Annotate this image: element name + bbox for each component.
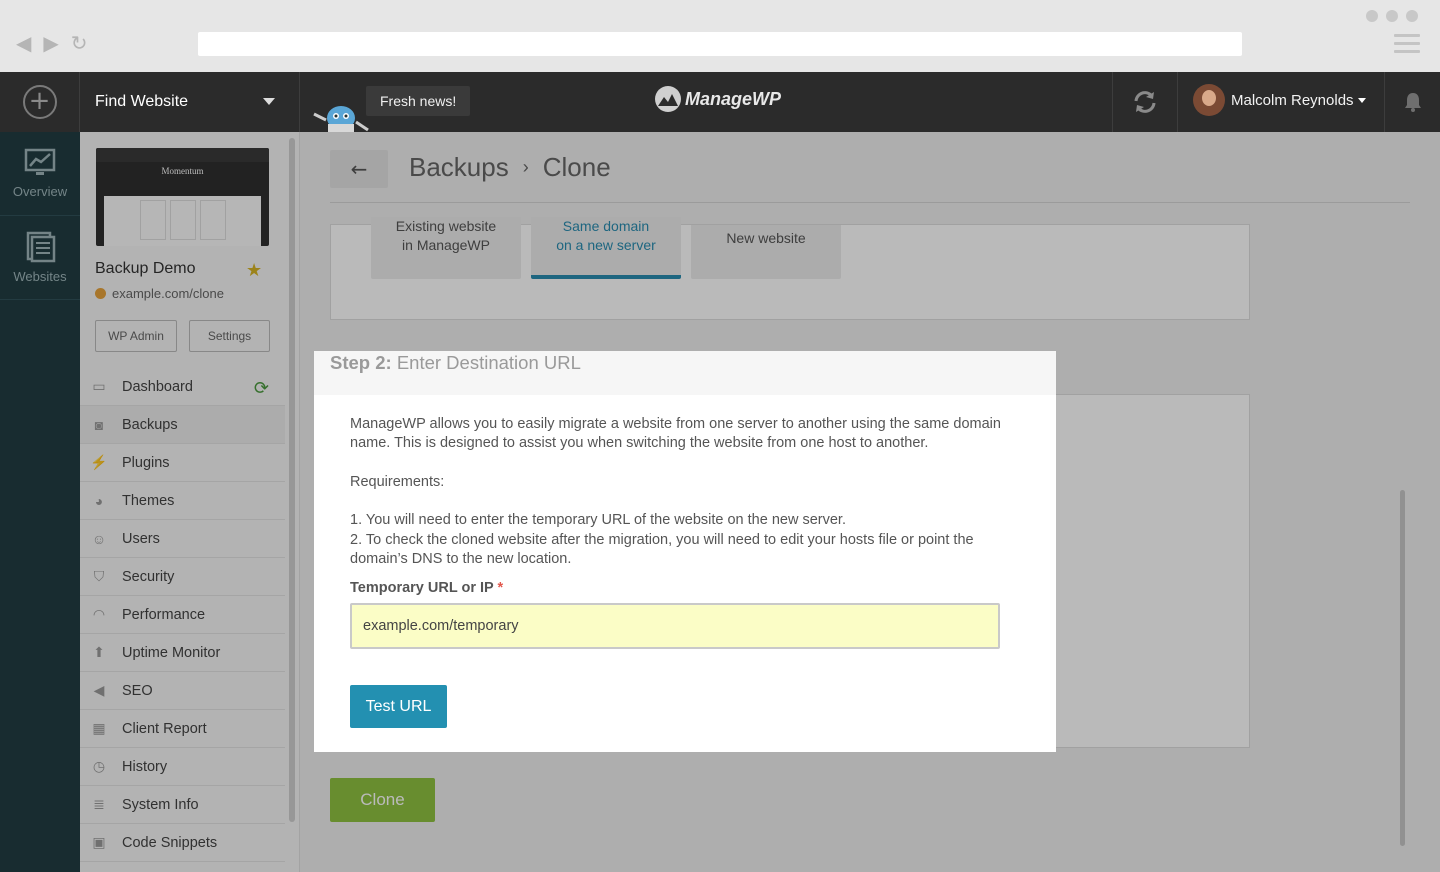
- requirement-1: 1. You will need to enter the temporary …: [350, 512, 846, 529]
- requirement-2: 2. To check the cloned website after the…: [350, 531, 974, 568]
- window-dots-icon: [1366, 10, 1418, 22]
- app-topbar: + Find Website Fresh news! ManageWP Malc…: [0, 72, 1440, 132]
- step-header: Step 2: Enter Destination URL: [314, 351, 1056, 395]
- find-website-dropdown[interactable]: Find Website: [80, 72, 300, 132]
- logo-text: ManageWP: [685, 88, 782, 109]
- sync-button[interactable]: [1112, 72, 1178, 132]
- reload-icon[interactable]: ↻: [71, 32, 88, 54]
- requirements-heading: Requirements:: [350, 473, 445, 490]
- mascot-robot-icon: [312, 102, 370, 136]
- find-website-label: Find Website: [95, 93, 189, 110]
- intro-text: ManageWP allows you to easily migrate a …: [350, 416, 1001, 452]
- notifications-button[interactable]: [1384, 72, 1440, 132]
- plus-icon: +: [22, 85, 57, 119]
- step-spotlight: Step 2: Enter Destination URL ManageWP a…: [314, 351, 1056, 752]
- hamburger-menu-icon[interactable]: [1394, 34, 1420, 54]
- fresh-news-button[interactable]: Fresh news!: [366, 86, 471, 116]
- browser-chrome: ◀ ▶ ↻: [0, 0, 1440, 72]
- sync-icon: [1134, 91, 1156, 113]
- logo-mark-icon: [655, 86, 681, 112]
- user-name: Malcolm Reynolds: [1231, 91, 1354, 109]
- back-arrow-icon[interactable]: ◀: [16, 32, 31, 54]
- caret-down-icon: [1357, 97, 1366, 103]
- address-bar[interactable]: [198, 32, 1242, 56]
- bell-icon: [1404, 93, 1421, 112]
- required-asterisk: *: [497, 580, 504, 596]
- managewp-logo[interactable]: ManageWP: [655, 86, 781, 112]
- test-url-button[interactable]: Test URL: [350, 685, 447, 728]
- temporary-url-label: Temporary URL or IP *: [350, 580, 503, 596]
- step-title: Step 2: Enter Destination URL: [330, 352, 581, 374]
- step-number: Step 2:: [330, 352, 392, 373]
- step-description: ManageWP allows you to easily migrate a …: [350, 415, 1010, 569]
- forward-arrow-icon[interactable]: ▶: [43, 32, 58, 54]
- label-text: Temporary URL or IP: [350, 580, 494, 596]
- temporary-url-input[interactable]: [350, 603, 1000, 649]
- add-website-button[interactable]: +: [0, 72, 80, 132]
- caret-down-icon: [263, 98, 275, 105]
- browser-nav: ◀ ▶ ↻: [16, 32, 88, 54]
- avatar: [1193, 84, 1225, 116]
- user-menu[interactable]: Malcolm Reynolds: [1193, 84, 1366, 116]
- step-title-text: Enter Destination URL: [396, 352, 581, 373]
